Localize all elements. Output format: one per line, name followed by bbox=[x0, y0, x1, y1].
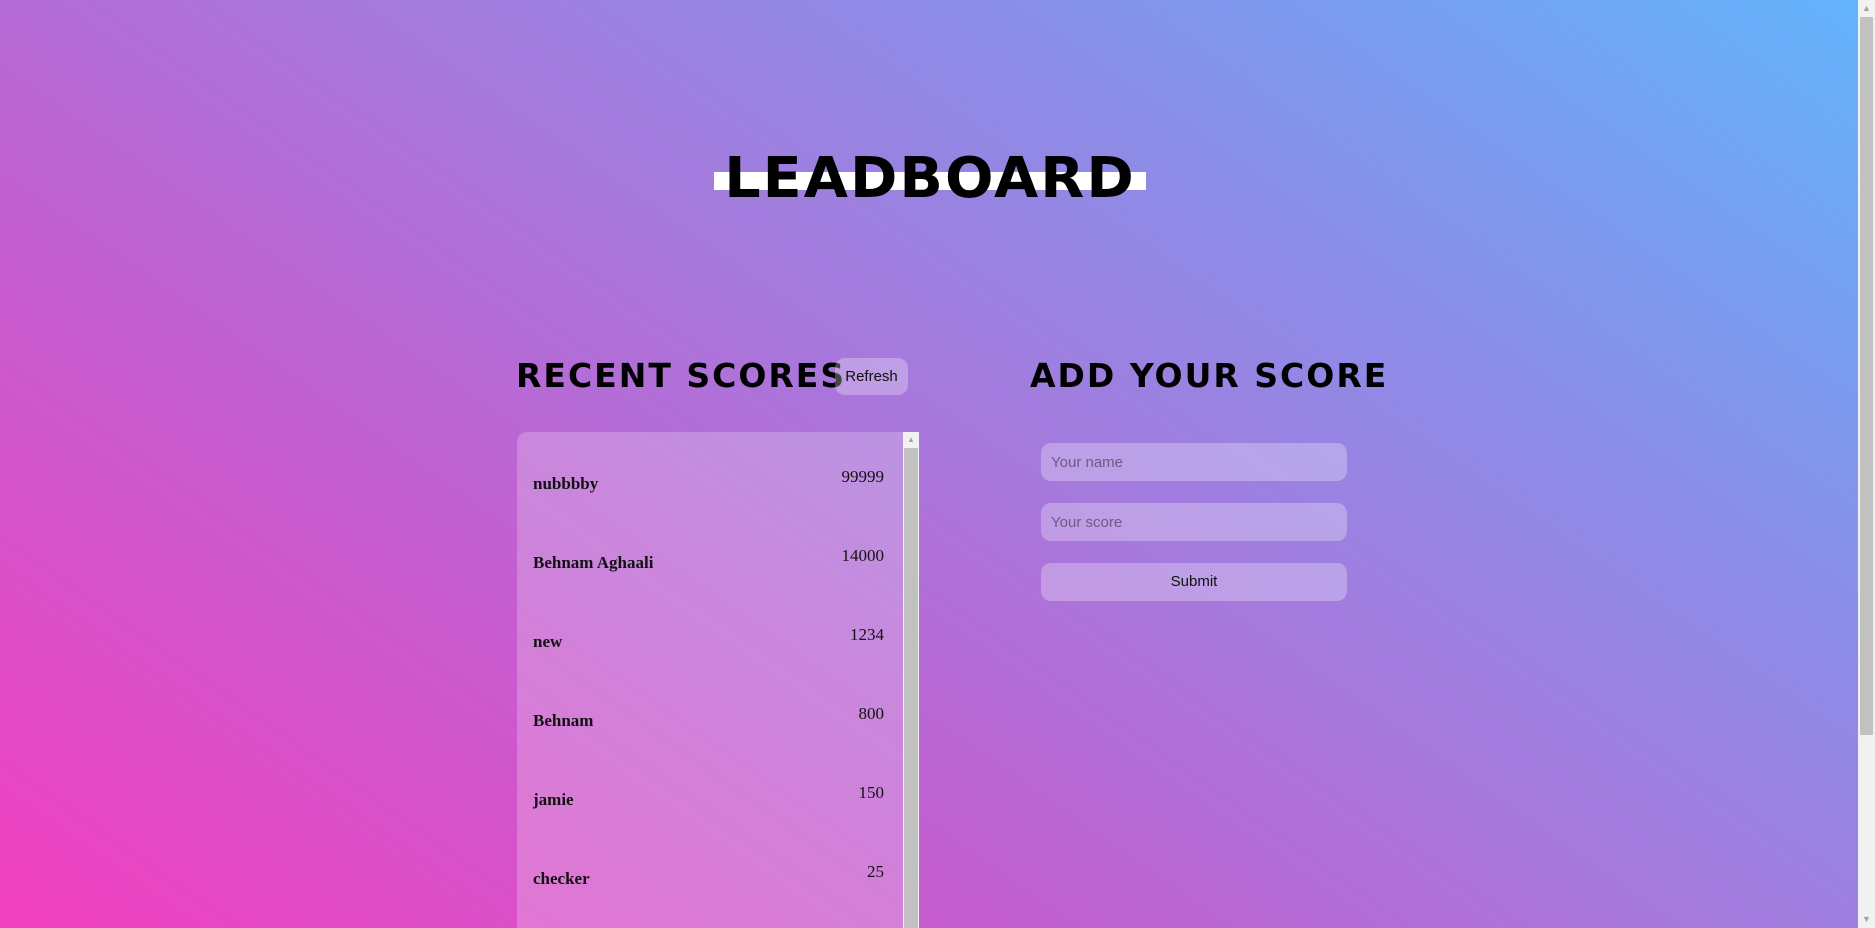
score-value: 150 bbox=[858, 783, 885, 802]
name-input[interactable] bbox=[1041, 443, 1347, 481]
score-name: Behnam bbox=[533, 711, 594, 730]
score-value: 1234 bbox=[850, 625, 884, 644]
score-value: 99999 bbox=[841, 467, 885, 486]
score-name: checker bbox=[533, 869, 590, 888]
score-input[interactable] bbox=[1041, 503, 1347, 541]
list-scrollbar[interactable]: ▲ bbox=[903, 432, 919, 928]
list-item: Behnam Aghaali 14000 bbox=[517, 511, 902, 590]
chevron-up-icon[interactable]: ▲ bbox=[1858, 0, 1875, 17]
recent-scores-heading: RECENT SCORES bbox=[516, 356, 847, 395]
scores-list-panel[interactable]: nubbbby 99999 Behnam Aghaali 14000 new 1… bbox=[517, 432, 919, 928]
list-item: nubbbby 99999 bbox=[517, 432, 902, 511]
add-score-heading: ADD YOUR SCORE bbox=[1030, 356, 1389, 395]
score-name: nubbbby bbox=[533, 474, 599, 493]
chevron-up-icon[interactable]: ▲ bbox=[903, 432, 919, 448]
list-item: Behnam 800 bbox=[517, 669, 902, 748]
score-value: 800 bbox=[858, 704, 885, 723]
list-item: new 1234 bbox=[517, 590, 902, 669]
page-title-block: LEADBOARD bbox=[714, 144, 1146, 214]
score-value: 25 bbox=[867, 862, 884, 881]
score-name: new bbox=[533, 632, 563, 651]
refresh-button[interactable]: Refresh bbox=[835, 358, 908, 395]
scores-list: nubbbby 99999 Behnam Aghaali 14000 new 1… bbox=[517, 432, 902, 906]
score-value: 14000 bbox=[841, 546, 885, 565]
page-scrollbar[interactable]: ▲ ▼ bbox=[1858, 0, 1875, 928]
list-item: jamie 150 bbox=[517, 748, 902, 827]
page-title: LEADBOARD bbox=[724, 146, 1136, 211]
score-name: jamie bbox=[533, 790, 574, 809]
score-name: Behnam Aghaali bbox=[533, 553, 654, 572]
submit-button[interactable]: Submit bbox=[1041, 563, 1347, 601]
page-scrollbar-thumb[interactable] bbox=[1860, 17, 1873, 735]
list-item: checker 25 bbox=[517, 827, 902, 906]
chevron-down-icon[interactable]: ▼ bbox=[1858, 911, 1875, 928]
list-scrollbar-thumb[interactable] bbox=[904, 448, 918, 928]
